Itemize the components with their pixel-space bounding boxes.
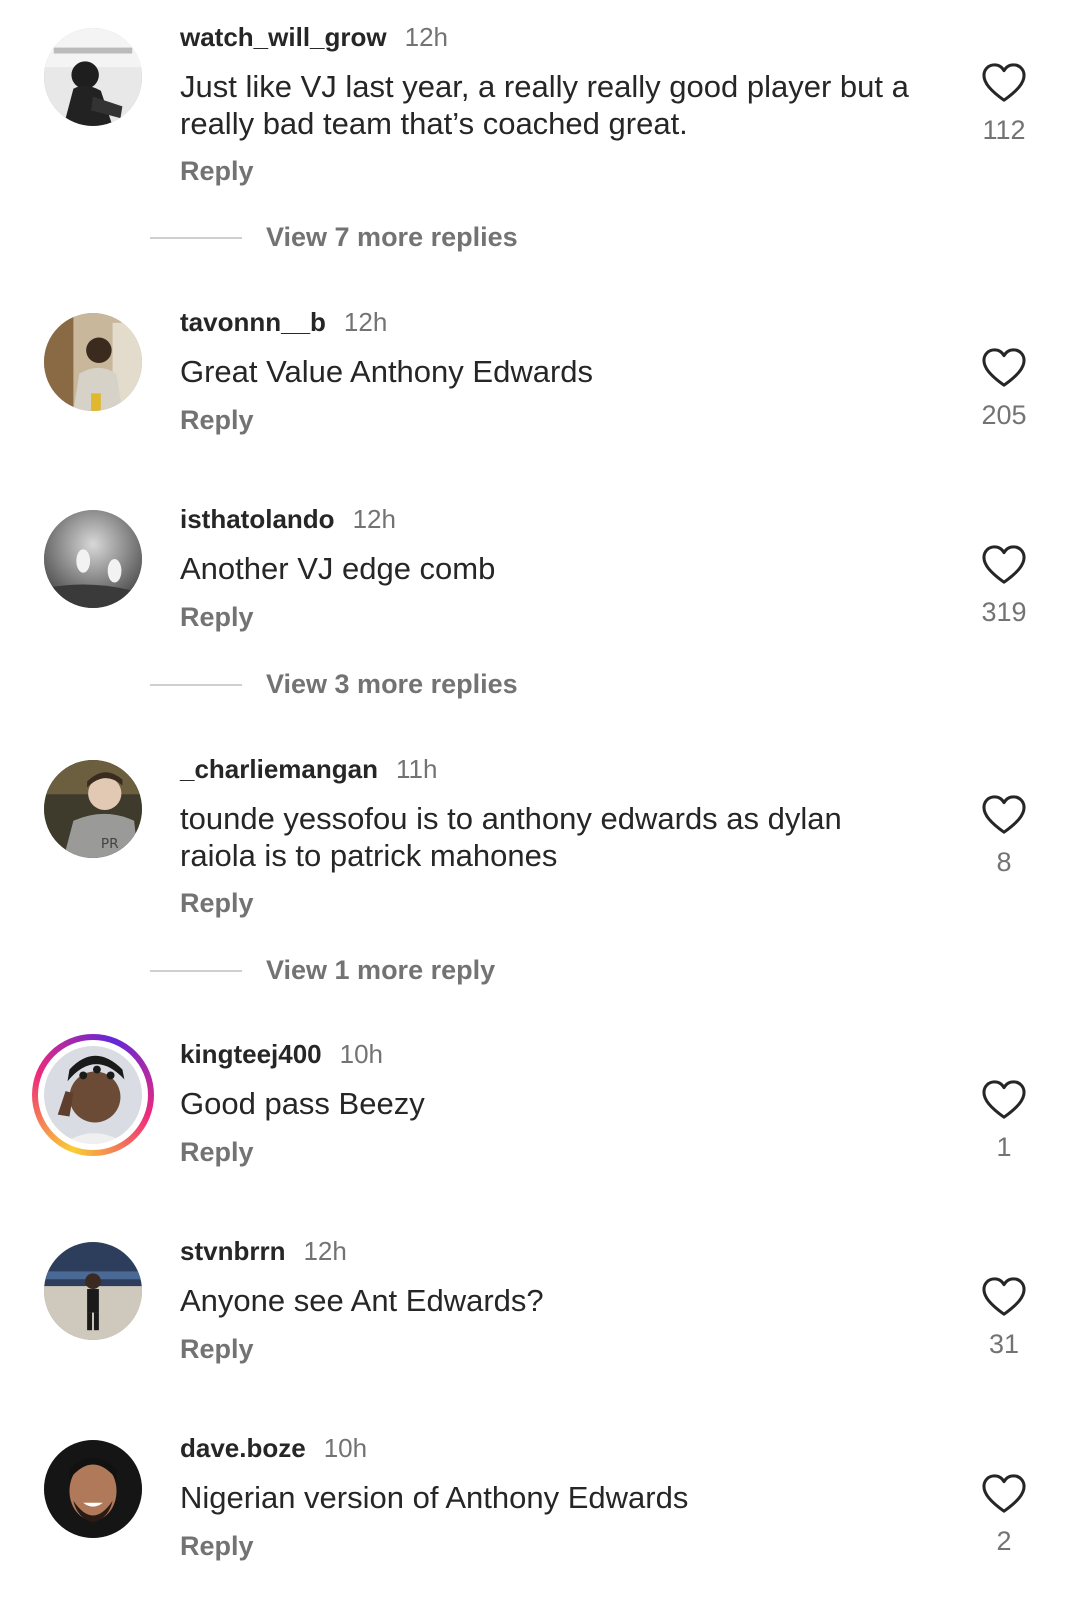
avatar[interactable]	[44, 1440, 142, 1538]
avatar[interactable]	[44, 1242, 142, 1340]
reply-button[interactable]: Reply	[180, 1333, 254, 1365]
reply-button[interactable]: Reply	[180, 601, 254, 633]
heart-icon[interactable]	[981, 1079, 1027, 1121]
comment-header: kingteej400 10h	[180, 1039, 383, 1069]
reply-button[interactable]: Reply	[180, 404, 254, 436]
avatar-image: PR	[44, 760, 142, 858]
username-link[interactable]: _charliemangan	[180, 754, 378, 784]
like-control: 205	[962, 347, 1046, 431]
comment-text: tounde yessofou is to anthony edwards as…	[180, 801, 842, 873]
heart-icon[interactable]	[981, 544, 1027, 586]
comment-text: Anyone see Ant Edwards?	[180, 1283, 544, 1318]
heart-icon[interactable]	[981, 347, 1027, 389]
timestamp: 12h	[404, 22, 448, 52]
timestamp: 10h	[339, 1039, 384, 1069]
reply-button[interactable]: Reply	[180, 1136, 254, 1168]
like-control: 2	[962, 1473, 1046, 1557]
heart-icon[interactable]	[981, 794, 1027, 836]
username-link[interactable]: stvnbrrn	[180, 1236, 285, 1266]
avatar-image	[44, 313, 142, 411]
like-control: 8	[962, 794, 1046, 878]
comment-text: Just like VJ last year, a really really …	[180, 69, 909, 141]
divider-line	[150, 970, 242, 972]
timestamp: 12h	[352, 504, 396, 534]
comment-header: isthatolando 12h	[180, 504, 396, 534]
avatar[interactable]: PR	[44, 760, 142, 858]
like-count: 205	[981, 400, 1027, 430]
like-count: 112	[982, 115, 1026, 145]
like-control: 31	[962, 1276, 1046, 1360]
avatar-image	[44, 28, 142, 126]
avatar-image	[44, 1242, 142, 1340]
avatar-image	[44, 1046, 142, 1144]
timestamp: 12h	[303, 1236, 347, 1266]
like-count: 2	[996, 1526, 1012, 1556]
timestamp: 12h	[343, 307, 388, 337]
heart-icon[interactable]	[981, 62, 1027, 104]
username-link[interactable]: tavonnn__b	[180, 307, 326, 337]
username-link[interactable]: watch_will_grow	[180, 22, 387, 52]
like-count: 31	[988, 1329, 1020, 1359]
timestamp: 11h	[395, 754, 438, 784]
avatar	[44, 1046, 142, 1144]
svg-text:PR: PR	[101, 836, 119, 852]
divider-line	[150, 684, 242, 686]
comment-text: Nigerian version of Anthony Edwards	[180, 1480, 689, 1515]
like-control: 1	[962, 1079, 1046, 1163]
comment-header: dave.boze 10h	[180, 1433, 367, 1463]
comment-text: Good pass Beezy	[180, 1086, 425, 1121]
view-more-replies-label[interactable]: View 1 more reply	[266, 953, 495, 987]
username-link[interactable]: dave.boze	[180, 1433, 306, 1463]
heart-icon[interactable]	[981, 1473, 1027, 1515]
reply-button[interactable]: Reply	[180, 155, 254, 187]
avatar-image	[44, 510, 142, 608]
like-count: 1	[996, 1132, 1012, 1162]
reply-button[interactable]: Reply	[180, 887, 254, 919]
username-link[interactable]: isthatolando	[180, 504, 335, 534]
comment-text: Great Value Anthony Edwards	[180, 354, 594, 389]
avatar[interactable]	[44, 28, 142, 126]
like-control: 112	[962, 62, 1046, 146]
heart-icon[interactable]	[981, 1276, 1027, 1318]
username-link[interactable]: kingteej400	[180, 1039, 322, 1069]
reply-button[interactable]: Reply	[180, 1530, 254, 1562]
comment-header: tavonnn__b 12h	[180, 307, 387, 337]
like-count: 319	[981, 597, 1027, 627]
comment-header: _charliemangan 11h	[180, 754, 437, 784]
comment-header: watch_will_grow 12h	[180, 22, 448, 52]
avatar[interactable]	[44, 510, 142, 608]
like-control: 319	[962, 544, 1046, 628]
avatar-story-ring[interactable]	[32, 1034, 154, 1156]
comment-header: stvnbrrn 12h	[180, 1236, 347, 1266]
divider-line	[150, 237, 242, 239]
comment-text: Another VJ edge comb	[180, 551, 496, 586]
like-count: 8	[996, 847, 1012, 877]
view-more-replies-label[interactable]: View 3 more replies	[266, 667, 518, 701]
avatar-image	[44, 1440, 142, 1538]
avatar[interactable]	[44, 313, 142, 411]
view-more-replies-label[interactable]: View 7 more replies	[266, 220, 518, 254]
timestamp: 10h	[323, 1433, 368, 1463]
